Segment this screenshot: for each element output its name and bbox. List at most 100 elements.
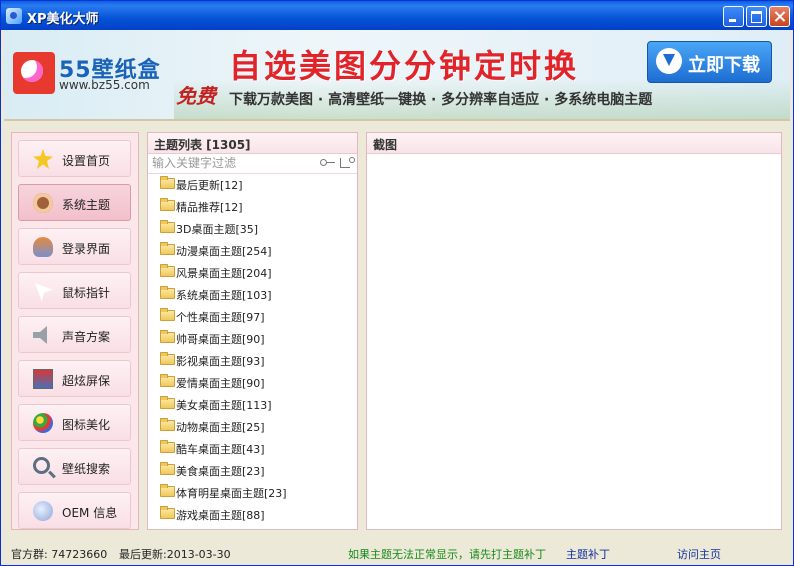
visit-homepage-link[interactable]: 访问主页 <box>677 546 721 562</box>
theme-list-header: 主题列表 [1305] <box>148 133 357 154</box>
folder-label: 游戏桌面主题[88] <box>176 509 265 522</box>
nav-item-wallpaper-search[interactable]: 壁纸搜索 <box>18 448 131 485</box>
folder-icon <box>160 286 175 299</box>
download-label: 立即下载 <box>688 55 760 76</box>
screenshot-panel: 截图 <box>366 132 782 530</box>
status-bar: 官方群: 74723660 最后更新:2013-03-30 如果主题无法正常显示… <box>1 541 793 565</box>
maximize-button[interactable] <box>746 6 767 27</box>
cursor-icon <box>35 283 53 302</box>
folder-label: 帅哥桌面主题[90] <box>176 333 265 346</box>
nav-item-icon-beautify[interactable]: 图标美化 <box>18 404 131 441</box>
folder-label: 影视桌面主题[93] <box>176 355 265 368</box>
folder-icon <box>160 396 175 409</box>
nav-sidebar: 设置首页 系统主题 登录界面 鼠标指针 声音方案 超炫屏保 图标美化 壁纸搜索 <box>11 132 139 530</box>
folder-item[interactable]: 帅哥桌面主题[90] <box>160 329 350 347</box>
nav-label: 系统主题 <box>62 198 111 212</box>
folder-icon <box>160 418 175 431</box>
folder-icon <box>160 308 175 321</box>
globe-icon <box>33 501 53 521</box>
download-arrow-icon <box>656 48 682 74</box>
last-update: 最后更新:2013-03-30 <box>119 548 231 561</box>
nav-item-system-theme[interactable]: 系统主题 <box>18 184 131 221</box>
nav-label: 设置首页 <box>62 154 111 168</box>
monkey-icon <box>33 193 53 213</box>
folder-icon <box>160 176 175 189</box>
close-button[interactable] <box>769 6 790 27</box>
screenshot-header: 截图 <box>367 133 781 154</box>
folder-item[interactable]: 酷车桌面主题[43] <box>160 439 350 457</box>
nav-label: 超炫屏保 <box>62 374 111 388</box>
folder-label: 3D桌面主题[35] <box>176 223 259 236</box>
folder-item[interactable]: 影视桌面主题[93] <box>160 351 350 369</box>
folder-icon <box>160 330 175 343</box>
theme-patch-link[interactable]: 主题补丁 <box>566 546 610 562</box>
filter-row <box>148 153 357 174</box>
palette-icon <box>33 413 53 433</box>
free-label: 免费 <box>176 84 216 108</box>
folder-item[interactable]: 体育明星桌面主题[23] <box>160 483 350 501</box>
star-icon <box>33 149 53 169</box>
folder-label: 系统桌面主题[103] <box>176 289 272 302</box>
folder-label: 动物桌面主题[25] <box>176 421 265 434</box>
folder-label: 酷车桌面主题[43] <box>176 443 265 456</box>
banner-headline: 自选美图分分钟定时换 <box>229 47 580 85</box>
key-icon[interactable] <box>320 159 335 166</box>
folder-label: 个性桌面主题[97] <box>176 311 265 324</box>
speaker-icon <box>33 326 47 344</box>
nav-item-screensaver[interactable]: 超炫屏保 <box>18 360 131 397</box>
folder-icon <box>160 242 175 255</box>
folder-item[interactable]: 动物桌面主题[25] <box>160 417 350 435</box>
folder-item[interactable]: 最后更新[12] <box>160 175 350 193</box>
folder-label: 体育明星桌面主题[23] <box>176 487 287 500</box>
folder-item[interactable]: 美食桌面主题[23] <box>160 461 350 479</box>
folder-label: 精品推荐[12] <box>176 201 243 214</box>
nav-label: 声音方案 <box>62 330 111 344</box>
nav-label: 壁纸搜索 <box>62 462 111 476</box>
folder-label: 风景桌面主题[204] <box>176 267 272 280</box>
nav-label: 鼠标指针 <box>62 286 111 300</box>
folder-item[interactable]: 美女桌面主题[113] <box>160 395 350 413</box>
nav-item-login-screen[interactable]: 登录界面 <box>18 228 131 265</box>
filter-input[interactable] <box>152 155 307 171</box>
minimize-button[interactable] <box>723 6 744 27</box>
window-title: XP美化大师 <box>27 12 99 27</box>
folder-item[interactable]: 精品推荐[12] <box>160 197 350 215</box>
folder-label: 最后更新[12] <box>176 179 243 192</box>
folder-item[interactable]: 系统桌面主题[103] <box>160 285 350 303</box>
folder-icon <box>160 352 175 365</box>
ad-banner[interactable]: 55壁纸盒 www.bz55.com 自选美图分分钟定时换 立即下载 免费 下载… <box>4 30 790 121</box>
app-icon <box>6 8 22 24</box>
screenshot-title: 截图 <box>373 138 398 152</box>
folder-icon <box>160 374 175 387</box>
folder-icon <box>160 484 175 497</box>
logo-icon <box>13 52 55 94</box>
folder-item[interactable]: 风景桌面主题[204] <box>160 263 350 281</box>
nav-label: OEM 信息 <box>62 506 118 520</box>
nav-item-sound-scheme[interactable]: 声音方案 <box>18 316 131 353</box>
folder-item[interactable]: 3D桌面主题[35] <box>160 219 350 237</box>
folder-item[interactable]: 爱情桌面主题[90] <box>160 373 350 391</box>
tree-icon[interactable] <box>340 157 355 169</box>
folder-icon <box>160 220 175 233</box>
folder-item[interactable]: 个性桌面主题[97] <box>160 307 350 325</box>
nav-item-oem-info[interactable]: OEM 信息 <box>18 492 131 529</box>
folder-item[interactable]: 游戏桌面主题[88] <box>160 505 350 523</box>
folder-icon <box>160 506 175 519</box>
folder-label: 美女桌面主题[113] <box>176 399 272 412</box>
nav-item-mouse-pointer[interactable]: 鼠标指针 <box>18 272 131 309</box>
users-icon <box>33 237 53 257</box>
folder-icon <box>160 198 175 211</box>
folder-label: 爱情桌面主题[90] <box>176 377 265 390</box>
banner-slogan: 下载万款美图 · 高清壁纸一键换 · 多分辨率自适应 · 多系统电脑主题 <box>229 92 653 108</box>
main-window: XP美化大师 55壁纸盒 www.bz55.com 自选美图分分钟定时换 立即下… <box>0 0 794 566</box>
title-bar[interactable]: XP美化大师 <box>1 1 793 30</box>
folder-icon <box>160 264 175 277</box>
nav-item-home[interactable]: 设置首页 <box>18 140 131 177</box>
folder-label: 美食桌面主题[23] <box>176 465 265 478</box>
folder-item[interactable]: 动漫桌面主题[254] <box>160 241 350 259</box>
nav-label: 图标美化 <box>62 418 111 432</box>
theme-list-title: 主题列表 [1305] <box>154 138 251 152</box>
download-button[interactable]: 立即下载 <box>647 41 772 83</box>
patch-notice: 如果主题无法正常显示，请先打主题补丁 <box>348 548 546 561</box>
official-group: 官方群: 74723660 <box>11 548 108 561</box>
